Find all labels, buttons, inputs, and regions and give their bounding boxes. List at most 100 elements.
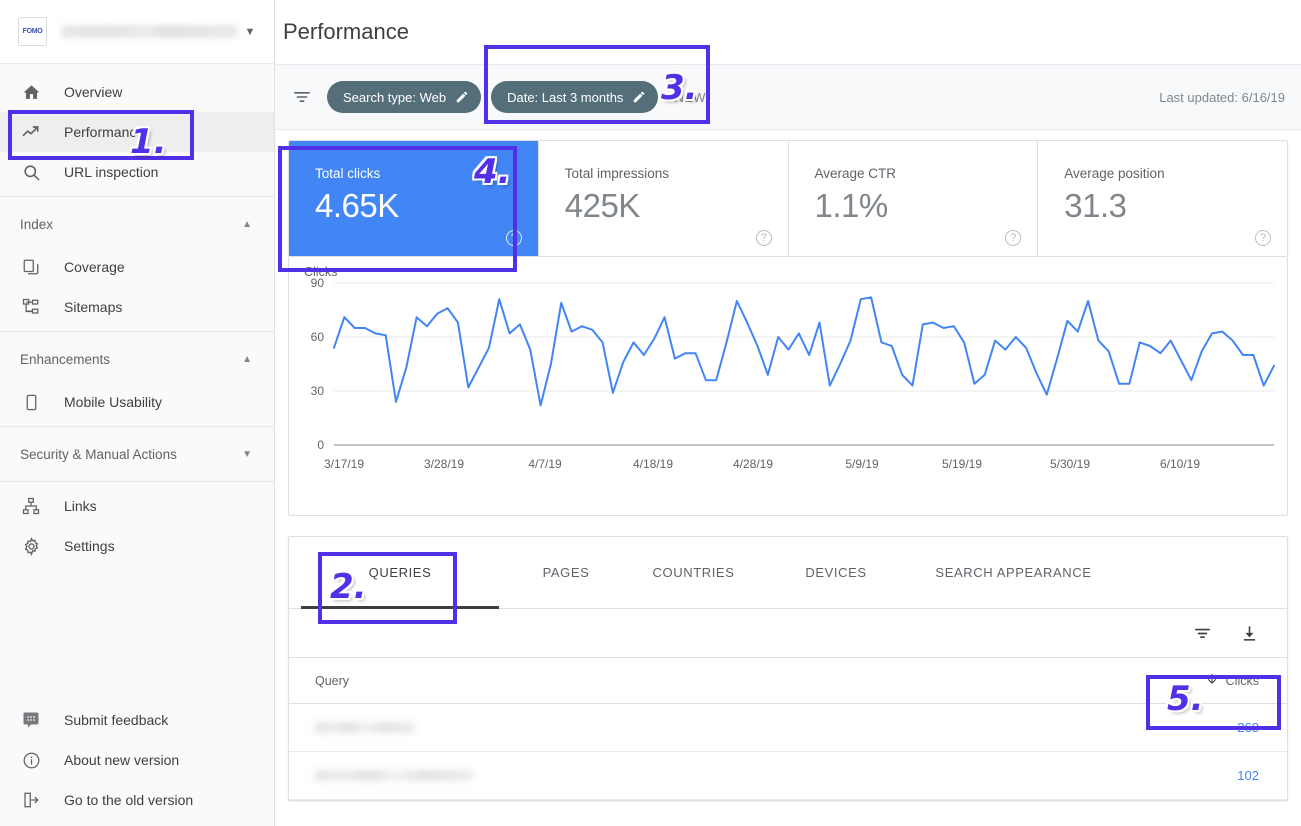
metric-total-impressions[interactable]: Total impressions 425K ? — [539, 141, 789, 256]
chevron-down-icon[interactable]: ▼ — [238, 26, 262, 38]
chart-x-tick-label: 5/19/19 — [942, 457, 982, 471]
sidebar-item-label: Submit feedback — [64, 712, 168, 728]
chevron-up-icon[interactable]: ▲ — [242, 354, 252, 365]
sidebar-group-security[interactable]: Security & Manual Actions ▼ — [0, 431, 274, 477]
help-icon[interactable]: ? — [1005, 230, 1021, 246]
column-header-query[interactable]: Query — [315, 674, 1205, 688]
sidebar-group-label: Index — [20, 217, 53, 232]
metric-value: 31.3 — [1064, 187, 1287, 225]
pencil-icon[interactable] — [455, 90, 469, 104]
tab-label: DEVICES — [805, 565, 866, 580]
table-download-button[interactable] — [1240, 624, 1259, 643]
sidebar-item-submit-feedback[interactable]: Submit feedback — [0, 700, 274, 740]
sidebar-item-label: URL inspection — [64, 164, 158, 180]
filter-icon[interactable] — [287, 87, 317, 107]
sidebar-group-index[interactable]: Index ▲ — [0, 201, 274, 247]
new-filter-button[interactable]: NEW — [674, 90, 706, 105]
column-header-clicks-label: Clicks — [1226, 674, 1259, 688]
sidebar-item-label: Go to the old version — [64, 792, 193, 808]
query-cell-redacted: redacted longer query text — [315, 770, 473, 781]
help-icon[interactable]: ? — [756, 230, 772, 246]
clicks-cell[interactable]: 268 — [1237, 720, 1259, 735]
sidebar-item-about-new-version[interactable]: About new version — [0, 740, 274, 780]
sidebar-group-enhancements[interactable]: Enhancements ▲ — [0, 336, 274, 382]
sidebar-item-label: Settings — [64, 538, 115, 554]
metric-label: Total clicks — [315, 166, 538, 181]
page-title: Performance — [275, 0, 1301, 64]
divider — [0, 426, 274, 427]
property-logo-icon: FOMO — [18, 17, 47, 46]
chart-y-tick-label: 30 — [311, 384, 325, 398]
date-range-chip[interactable]: Date: Last 3 months — [491, 81, 658, 113]
sidebar-item-coverage[interactable]: Coverage — [0, 247, 274, 287]
tab-queries[interactable]: QUERIES — [289, 537, 511, 609]
chart-y-tick-label: 0 — [317, 438, 324, 452]
chevron-down-icon[interactable]: ▼ — [242, 449, 252, 460]
metric-total-clicks[interactable]: Total clicks 4.65K ? — [289, 141, 539, 256]
sidebar-item-performance[interactable]: Performance — [0, 112, 274, 152]
chart-line-clicks[interactable] — [334, 297, 1274, 405]
sidebar-item-links[interactable]: Links — [0, 486, 274, 526]
clicks-cell[interactable]: 102 — [1237, 768, 1259, 783]
query-cell-redacted: redacted query — [315, 722, 415, 733]
sidebar-item-sitemaps[interactable]: Sitemaps — [0, 287, 274, 327]
metric-value: 1.1% — [815, 187, 1038, 225]
sidebar-item-label: Coverage — [64, 259, 125, 275]
dimension-table-card: QUERIES PAGESCOUNTRIES DEVICES SEARCH APPEA… — [288, 536, 1288, 801]
sidebar-item-go-to-old-version[interactable]: Go to the old version — [0, 780, 274, 820]
property-name-redacted: https://www.example.com/ — [61, 25, 238, 38]
chart-x-tick-label: 6/10/19 — [1160, 457, 1200, 471]
metric-average-ctr[interactable]: Average CTR 1.1% ? — [789, 141, 1039, 256]
table-row[interactable]: redacted query 268 — [289, 704, 1287, 752]
sidebar-item-label: Sitemaps — [64, 299, 122, 315]
exit-icon — [20, 789, 42, 811]
dimension-tabs: QUERIES PAGESCOUNTRIES DEVICES SEARCH APPEA… — [289, 537, 1287, 609]
pencil-icon[interactable] — [632, 90, 646, 104]
chart-x-tick-label: 3/28/19 — [424, 457, 464, 471]
table-filter-button[interactable] — [1193, 624, 1212, 643]
sidebar-item-label: Links — [64, 498, 97, 514]
chart-x-tick-label: 4/28/19 — [733, 457, 773, 471]
tab-pages[interactable]: PAGES — [511, 537, 621, 609]
sidebar-item-label: Mobile Usability — [64, 394, 162, 410]
divider — [0, 481, 274, 482]
property-selector[interactable]: FOMO https://www.example.com/ ▼ — [0, 0, 274, 64]
feedback-icon — [20, 709, 42, 731]
sidebar-primary-nav: Overview Performance URL inspection — [0, 64, 274, 192]
sidebar-item-overview[interactable]: Overview — [0, 72, 274, 112]
search-type-chip[interactable]: Search type: Web — [327, 81, 481, 113]
help-icon[interactable]: ? — [1255, 230, 1271, 246]
help-icon[interactable]: ? — [506, 230, 522, 246]
sitemap-icon — [20, 296, 42, 318]
sidebar-item-settings[interactable]: Settings — [0, 526, 274, 566]
chevron-up-icon[interactable]: ▲ — [242, 219, 252, 230]
chart-x-tick-label: 4/18/19 — [633, 457, 673, 471]
sidebar-item-url-inspection[interactable]: URL inspection — [0, 152, 274, 192]
tab-label: QUERIES — [369, 565, 432, 580]
pages-icon — [20, 256, 42, 278]
tab-devices[interactable]: DEVICES — [766, 537, 906, 609]
arrow-down-icon — [1205, 672, 1219, 689]
chart-x-tick-label: 5/9/19 — [845, 457, 879, 471]
performance-chart: Clicks 03060903/17/193/28/194/7/194/18/1… — [288, 257, 1288, 516]
sidebar-item-mobile-usability[interactable]: Mobile Usability — [0, 382, 274, 422]
sidebar-group-label: Security & Manual Actions — [20, 447, 177, 462]
search-console-app: FOMO https://www.example.com/ ▼ Overview… — [0, 0, 1301, 826]
metric-average-position[interactable]: Average position 31.3 ? — [1038, 141, 1287, 256]
last-updated-label: Last updated: 6/16/19 — [1159, 90, 1287, 105]
tab-search-appearance[interactable]: SEARCH APPEARANCE — [906, 537, 1121, 609]
chip-label: Date: Last 3 months — [507, 90, 623, 105]
table-header-row: Query Clicks — [289, 657, 1287, 704]
tab-countries[interactable]: COUNTRIES — [621, 537, 766, 609]
column-header-clicks[interactable]: Clicks — [1205, 672, 1259, 689]
table-row[interactable]: redacted longer query text 102 — [289, 752, 1287, 800]
links-icon — [20, 495, 42, 517]
clicks-line-chart[interactable]: 03060903/17/193/28/194/7/194/18/194/28/1… — [289, 257, 1288, 515]
mobile-icon — [20, 391, 42, 413]
info-icon — [20, 749, 42, 771]
divider — [0, 196, 274, 197]
sidebar-item-label: About new version — [64, 752, 179, 768]
chip-label: Search type: Web — [343, 90, 446, 105]
metrics-section: Total clicks 4.65K ? Total impressions 4… — [275, 130, 1301, 257]
sidebar-item-label: Performance — [64, 124, 144, 140]
